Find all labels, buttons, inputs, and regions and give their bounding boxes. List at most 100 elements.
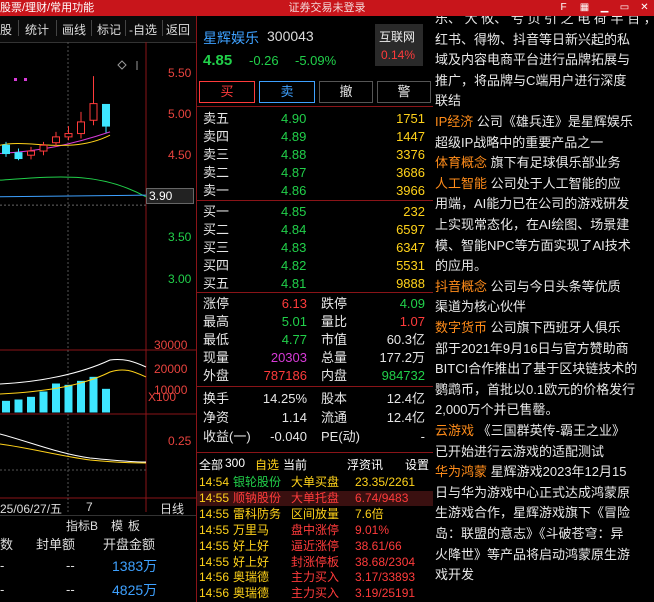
filter-current[interactable]: 当前 [283, 456, 307, 473]
tab-template[interactable]: 模 [111, 517, 123, 534]
stat-value: 1.07 [399, 314, 425, 329]
concept-desc: 旗下有足球俱乐部业务 [487, 155, 621, 171]
stat-row: 涨停 6.13 跌停 4.09 [197, 295, 433, 313]
market-alert-row[interactable]: 14:56 奥瑞德 主力买入 3.17/33893 [197, 570, 433, 585]
stat-label: 现量 [203, 350, 230, 365]
order-book-buy-row[interactable]: 买五 4.81 9888 [197, 275, 433, 293]
alert-time: 14:55 [199, 554, 230, 569]
stat-label: 股本 [321, 391, 348, 406]
concept-desc: 公司处于人工智能的应 [487, 175, 621, 191]
concept-desc: 超级IP战略中的重要产品之一 [435, 134, 604, 150]
order-level-label: 卖四 [203, 129, 230, 144]
concept-desc: 公司旗下西班牙人俱乐 [487, 320, 621, 335]
sector-name: 互联网 [379, 30, 416, 44]
volume-tick: 20000 [154, 362, 188, 376]
close-icon[interactable]: ✕ [638, 1, 651, 14]
concept-tag[interactable]: IP经济 [435, 114, 473, 129]
market-alert-row[interactable]: 14:55 万里马 盘中涨停 9.01% [197, 523, 433, 538]
market-alert-row[interactable]: 14:54 银轮股份 大单买盘 23.35/2261 [197, 475, 433, 490]
stat-label: 内盘 [321, 368, 348, 383]
alert-value: 6.74/9483 [355, 490, 409, 505]
order-book-buy-row[interactable]: 买四 4.82 5531 [197, 257, 433, 275]
stat-value: 4.09 [399, 296, 425, 311]
concept-desc: 渠道为核心伙伴 [435, 299, 527, 315]
concept-text-line: 2,000万个并已售罄。 [435, 400, 559, 420]
table-cell: 1383万 [112, 558, 158, 574]
menu-item-mark[interactable]: 标记 [97, 21, 121, 38]
alert-time: 14:55 [199, 522, 230, 537]
stat-row: 外盘 787186 内盘 984732 [197, 367, 433, 385]
table-cell: -- [66, 582, 75, 597]
concept-desc: 上实现常态化，在AI绘图、场景建 [435, 217, 630, 232]
table-cell: - [0, 582, 5, 597]
concept-text-line: 数字货币 公司旗下西班牙人俱乐 [435, 318, 621, 338]
order-book-sell-row[interactable]: 卖二 4.87 3686 [197, 164, 433, 182]
trade-login-status[interactable]: 证券交易未登录 [0, 0, 654, 16]
concept-tag[interactable]: 体育概念 [435, 155, 487, 170]
concept-tag[interactable]: 云游戏 [435, 423, 474, 438]
alert-value: 23.35/2261 [355, 475, 416, 489]
buy-button[interactable]: 买 [199, 81, 255, 103]
order-book-sell-row[interactable]: 卖四 4.89 1447 [197, 128, 433, 146]
price-tick: 3.50 [168, 230, 192, 244]
alert-value: 7.6倍 [355, 506, 384, 521]
ma-line [0, 176, 147, 198]
price-change: -0.26 [249, 53, 279, 68]
market-alert-row[interactable]: 14:55 好上好 封涨停板 38.68/2304 [197, 555, 433, 570]
stat-value: 12.4亿 [386, 391, 425, 406]
order-book-sell-row[interactable]: 卖三 4.88 3376 [197, 146, 433, 164]
concept-desc: 鹦鹉币，首批以0.1欧元的价格发行 [435, 381, 636, 397]
concept-tag[interactable]: 抖音概念 [435, 279, 487, 294]
order-book-buy-row[interactable]: 买二 4.84 6597 [197, 221, 433, 239]
concept-tag[interactable]: 数字货币 [435, 320, 487, 335]
price-tick: 3.00 [168, 272, 192, 286]
concept-desc: 公司《雄兵连》是星辉娱乐 [473, 114, 633, 129]
alert-button[interactable]: 警 [377, 81, 431, 103]
concept-tag[interactable]: 华为鸿蒙 [435, 464, 487, 479]
alert-time: 14:56 [199, 586, 230, 601]
concept-text-line: 生游戏合作，星辉游戏旗下《冒险 [435, 503, 630, 523]
table-header: 开盘金额 [103, 537, 156, 552]
stat-row: 收益(一) -0.040 PE(动) - [197, 428, 433, 446]
menu-item-stock[interactable]: 股 [0, 21, 12, 38]
concept-tag[interactable]: 人工智能 [435, 176, 487, 191]
market-alert-row[interactable]: 14:56 奥瑞德 主力买入 3.19/25191 [197, 586, 433, 601]
tab-indicator-b[interactable]: 指标B [66, 517, 98, 534]
filter-all[interactable]: 全部 [199, 456, 223, 473]
menu-item-back[interactable]: 返回 [166, 21, 190, 38]
concept-text-line: 华为鸿蒙 星辉游戏2023年12月15 [435, 462, 626, 482]
order-price: 4.86 [281, 183, 307, 198]
marker-dot [14, 78, 17, 81]
sell-button[interactable]: 卖 [259, 81, 315, 103]
market-alert-row[interactable]: 14:55 好上好 逼近涨停 38.61/66 [197, 539, 433, 554]
order-book-buy-row[interactable]: 买一 4.85 232 [197, 203, 433, 221]
order-book-sell-row[interactable]: 卖一 4.86 3966 [197, 182, 433, 200]
cancel-order-button[interactable]: 撤 [319, 81, 373, 103]
market-alert-row[interactable]: 14:55 雷科防务 区间放量 7.6倍 [197, 507, 433, 522]
filter-settings[interactable]: 设置 [405, 456, 429, 473]
filter-watchlist[interactable]: 自选 [255, 456, 279, 473]
book-icon[interactable]: F [557, 1, 570, 14]
stat-value: 4.77 [281, 332, 307, 347]
sector-box[interactable]: 互联网 0.14% [375, 24, 423, 66]
alert-event: 主力买入 [291, 586, 340, 601]
stat-label: 换手 [203, 391, 230, 406]
stat-label: 流通 [321, 410, 348, 425]
tab-board[interactable]: 板 [128, 517, 140, 534]
table-cell: -- [66, 558, 75, 573]
indicator-line [0, 443, 147, 464]
diamond-icon [117, 60, 127, 70]
menu-item-watchlist[interactable]: -自选 [129, 21, 157, 38]
market-alert-row[interactable]: 14:55 顺钠股份 大单托盘 6.74/9483 [197, 490, 433, 506]
order-book-buy-row[interactable]: 买三 4.83 6347 [197, 239, 433, 257]
stat-label: 收益(一) [203, 429, 251, 444]
restore-icon[interactable]: ▭ [618, 1, 631, 14]
minimize-icon[interactable]: ▁ [598, 1, 611, 14]
order-book-sell-row[interactable]: 卖五 4.90 1751 [197, 110, 433, 128]
stat-value: 787186 [263, 368, 307, 383]
filter-news[interactable]: 资讯 [359, 456, 383, 473]
filter-float[interactable]: 浮 [347, 456, 359, 473]
menu-item-stats[interactable]: 统计 [25, 21, 49, 38]
grid-icon[interactable]: ▦ [578, 1, 591, 14]
menu-item-draw[interactable]: 画线 [62, 21, 86, 38]
